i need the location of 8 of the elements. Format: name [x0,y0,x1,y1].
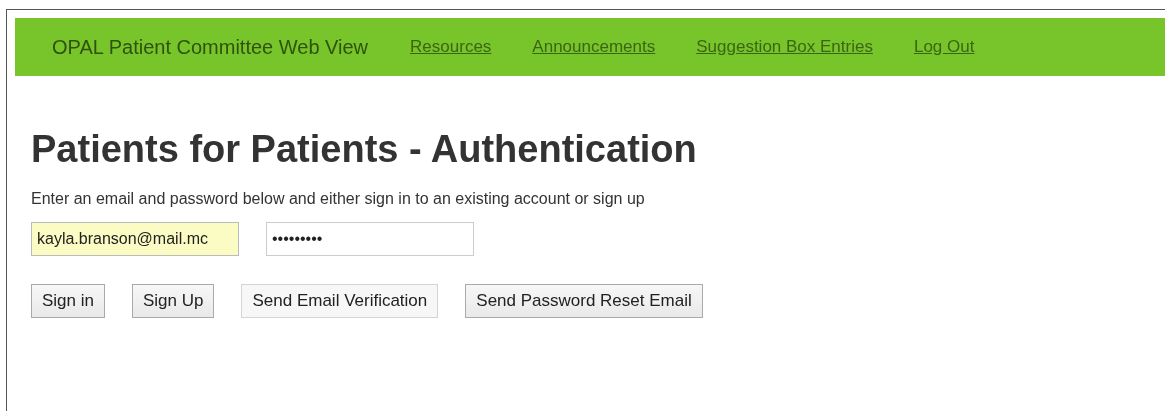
action-button[interactable]: Sign Up [132,284,215,318]
action-button[interactable]: Send Password Reset Email [465,284,703,318]
action-button[interactable]: Sign in [31,284,105,318]
password-field[interactable]: ••••••••• [266,222,474,256]
email-field[interactable]: kayla.branson@mail.mc [31,222,239,256]
page-heading: Patients for Patients - Authentication [31,128,698,171]
site-title: OPAL Patient Committee Web View [52,35,369,59]
instructions-text: Enter an email and password below and either sign in to an existing account or sign up [31,190,646,208]
